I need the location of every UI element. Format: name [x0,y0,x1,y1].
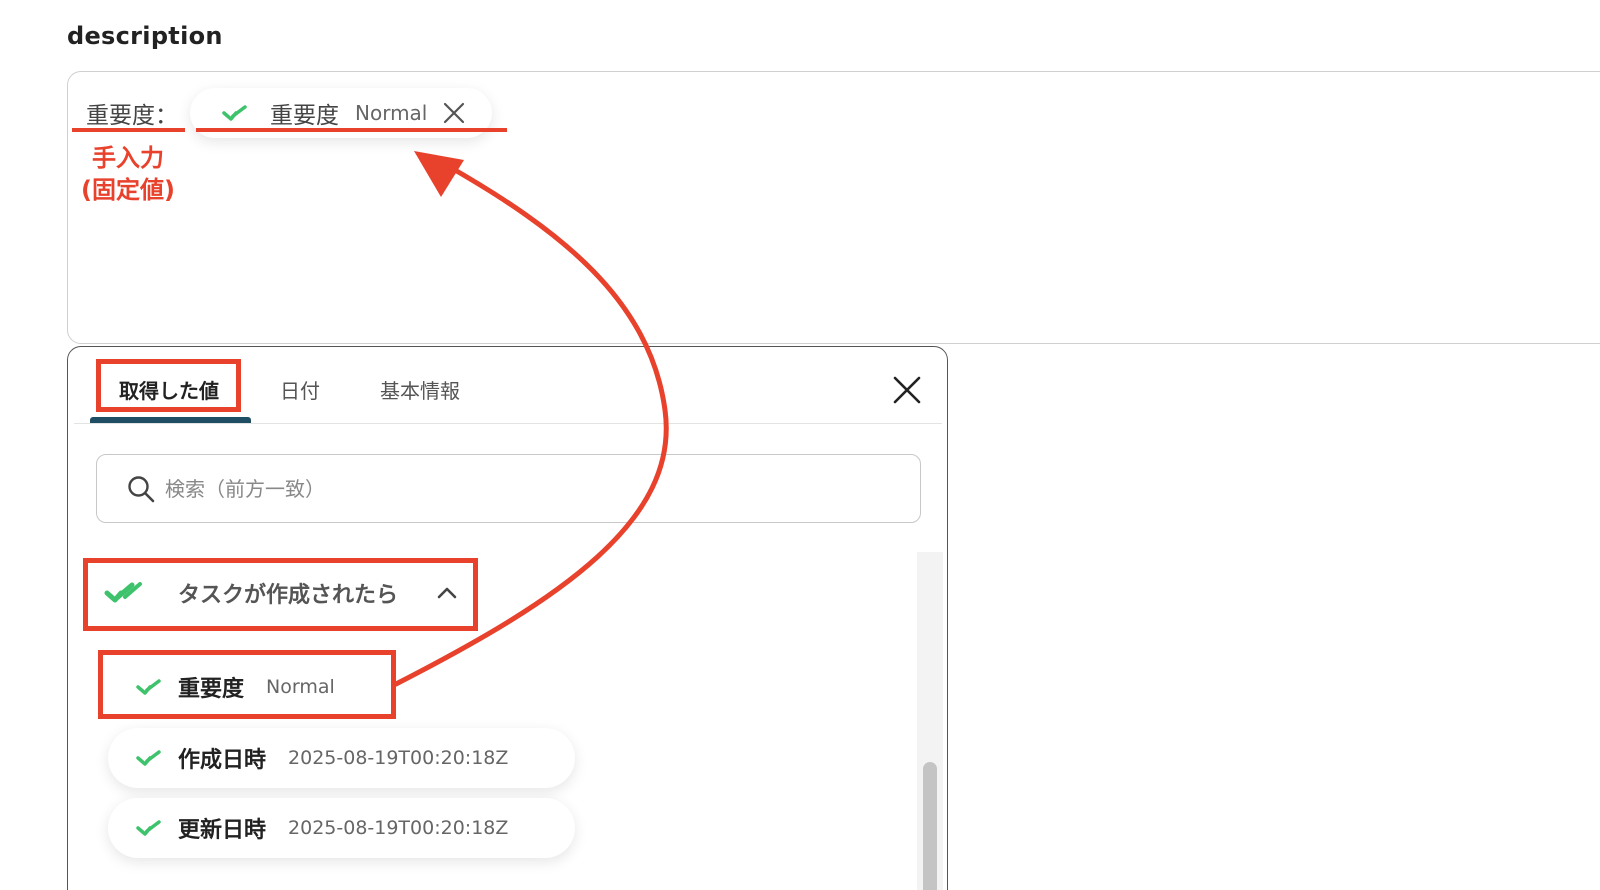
item-value: 2025-08-19T00:20:18Z [288,747,509,769]
annotation-underline-chip [196,128,507,132]
chip-value: Normal [355,101,428,125]
field-label: description [67,22,223,50]
annotation-underline-static [72,128,185,132]
check-icon [136,750,161,766]
search-input[interactable] [165,476,865,501]
search-field[interactable] [96,454,921,523]
annotation-line-2: (固定値) [81,176,175,204]
list-item[interactable]: 更新日時 2025-08-19T00:20:18Z [108,798,575,858]
item-name: 作成日時 [178,748,267,773]
annotation-line-1: 手入力 [92,144,164,172]
close-icon[interactable] [443,102,465,124]
chip-name: 重要度 [270,103,339,129]
tab-date[interactable]: 日付 [280,375,320,404]
search-icon [128,475,155,502]
close-icon[interactable] [892,375,922,405]
highlight-group-box [83,558,478,631]
highlight-tab-box [96,359,241,412]
tab-basic-info[interactable]: 基本情報 [380,375,460,404]
annotation-label: 手入力 (固定値) [66,142,190,206]
tabs-divider [74,423,942,424]
item-value: 2025-08-19T00:20:18Z [288,817,509,839]
check-icon [222,105,247,121]
check-icon [136,820,161,836]
highlight-item-box [98,650,396,719]
item-name: 更新日時 [178,818,267,843]
static-text: 重要度： [86,103,178,129]
list-item[interactable]: 作成日時 2025-08-19T00:20:18Z [108,728,575,788]
scrollbar-thumb[interactable] [923,762,937,890]
